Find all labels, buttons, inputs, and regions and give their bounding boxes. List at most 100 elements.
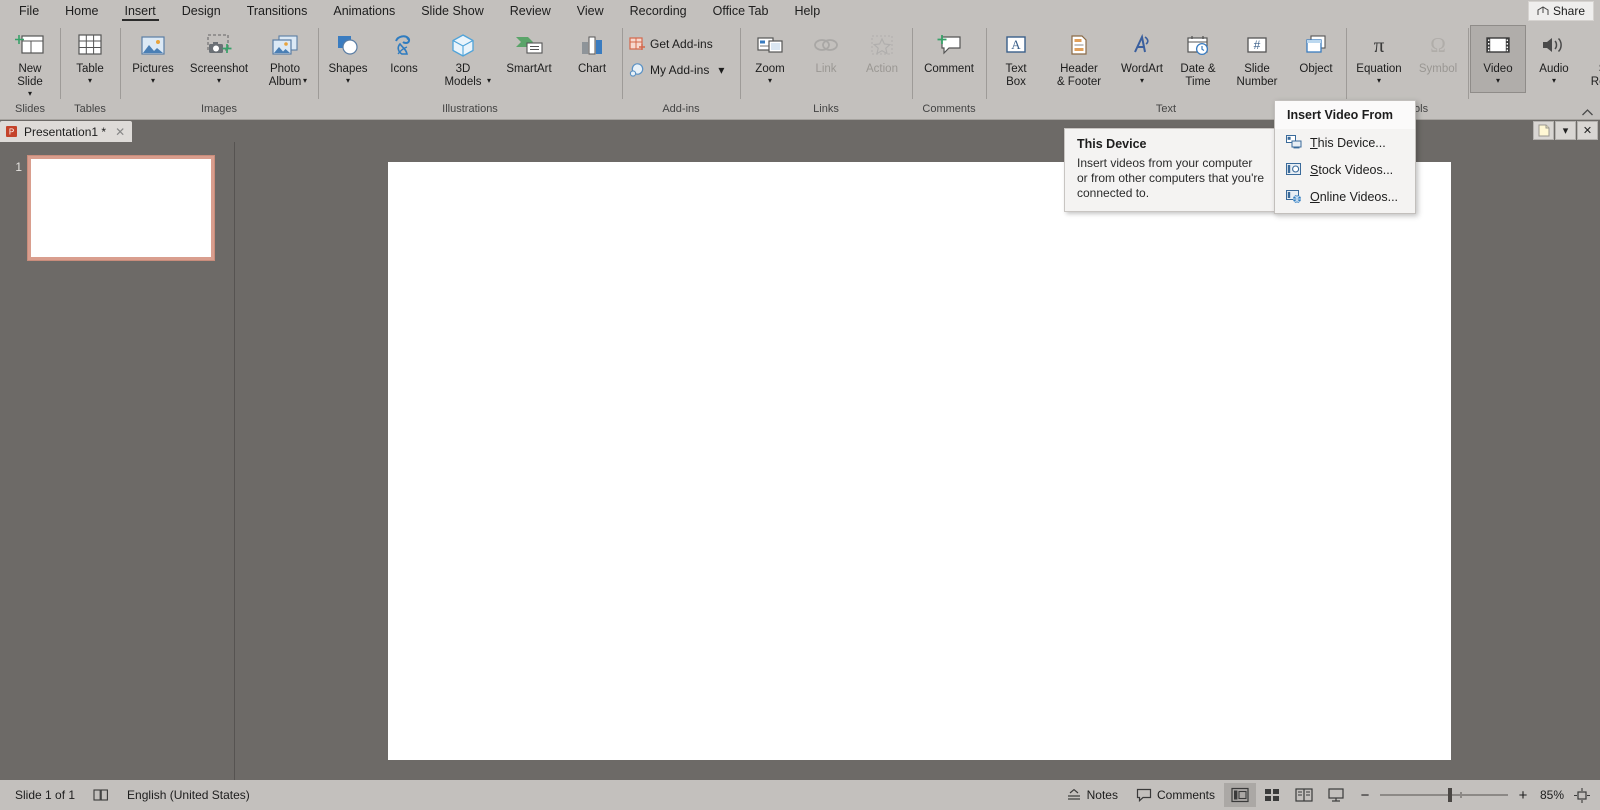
equation-button[interactable]: π Equation ▾	[1348, 25, 1410, 93]
slide-thumbnail-pane[interactable]: 1	[0, 142, 235, 780]
chevron-down-icon[interactable]: ▾	[487, 77, 491, 85]
new-document-button[interactable]	[1533, 121, 1554, 140]
chevron-down-icon[interactable]: ▾	[217, 77, 221, 85]
slide-show-button[interactable]	[1320, 783, 1352, 807]
tab-animations[interactable]: Animations	[320, 0, 408, 22]
slide-canvas-area[interactable]	[235, 142, 1600, 780]
header-footer-button[interactable]: Header & Footer	[1044, 25, 1114, 93]
tab-home[interactable]: Home	[52, 0, 111, 22]
chevron-down-icon[interactable]: ▾	[303, 77, 307, 85]
fit-to-window-button[interactable]	[1570, 783, 1594, 807]
slide-sorter-button[interactable]	[1256, 783, 1288, 807]
tab-recording[interactable]: Recording	[617, 0, 700, 22]
comment-button[interactable]: Comment	[914, 25, 984, 93]
ribbon-group-tables: Table ▾ Tables	[60, 22, 120, 119]
tab-file[interactable]: File	[6, 0, 52, 22]
this-device-video-icon	[1285, 134, 1302, 151]
comments-label: Comments	[1157, 788, 1215, 802]
photo-album-button[interactable]: Photo Album ▾	[254, 25, 316, 99]
collapse-ribbon-button[interactable]	[1581, 108, 1594, 117]
3d-models-button[interactable]: 3D Models ▾	[432, 25, 494, 99]
group-label-addins: Add-ins	[624, 102, 738, 119]
close-icon[interactable]: ✕	[115, 125, 125, 139]
chevron-down-icon[interactable]: ▾	[1552, 77, 1556, 85]
chevron-down-icon[interactable]: ▾	[151, 77, 155, 85]
slide-count[interactable]: Slide 1 of 1	[6, 783, 84, 807]
group-label-links: Links	[742, 102, 910, 119]
object-button[interactable]: Object	[1288, 25, 1344, 93]
tab-design[interactable]: Design	[169, 0, 234, 22]
equation-icon: π	[1365, 30, 1393, 62]
chevron-down-icon[interactable]: ▾	[346, 77, 350, 85]
language-status[interactable]: English (United States)	[118, 783, 259, 807]
zoom-slider-handle[interactable]	[1448, 788, 1452, 802]
zoom-slider[interactable]: − +	[1352, 787, 1536, 804]
action-button: Action	[854, 25, 910, 93]
normal-view-button[interactable]	[1224, 783, 1256, 807]
insert-video-menu-header: Insert Video From	[1275, 101, 1415, 129]
my-addins-label: My Add-ins	[650, 63, 709, 77]
reading-view-button[interactable]	[1288, 783, 1320, 807]
zoom-out-button[interactable]: −	[1358, 787, 1372, 804]
chevron-down-icon[interactable]: ▾	[1496, 77, 1500, 85]
tab-view[interactable]: View	[564, 0, 617, 22]
notes-icon	[1066, 788, 1082, 802]
icons-button[interactable]: Icons	[376, 25, 432, 93]
text-box-button[interactable]: A Text Box	[988, 25, 1044, 93]
chevron-down-icon[interactable]: ▾	[88, 77, 92, 85]
document-tab-dropdown-button[interactable]: ▾	[1555, 121, 1576, 140]
table-button[interactable]: Table ▾	[62, 25, 118, 93]
menu-item-online-videos[interactable]: Online Videos...	[1275, 183, 1415, 210]
tab-office-tab[interactable]: Office Tab	[700, 0, 782, 22]
tab-slide-show[interactable]: Slide Show	[408, 0, 497, 22]
screenshot-icon	[203, 30, 235, 62]
tab-transitions[interactable]: Transitions	[234, 0, 321, 22]
menu-item-stock-videos[interactable]: Stock Videos...	[1275, 156, 1415, 183]
my-addins-button[interactable]: My Add-ins ▾	[624, 57, 729, 83]
group-label-slides: Slides	[2, 102, 58, 119]
wordart-button[interactable]: WordArt ▾	[1114, 25, 1170, 93]
tooltip-body: Insert videos from your computer or from…	[1077, 156, 1265, 201]
pictures-button[interactable]: Pictures ▾	[122, 25, 184, 93]
zoom-in-button[interactable]: +	[1516, 787, 1530, 804]
zoom-slider-track[interactable]	[1380, 794, 1508, 796]
screenshot-button[interactable]: Screenshot ▾	[184, 25, 254, 93]
smartart-button[interactable]: SmartArt	[494, 25, 564, 93]
share-button[interactable]: Share	[1528, 1, 1594, 21]
audio-button[interactable]: Audio ▾	[1526, 25, 1582, 93]
menu-item-this-device[interactable]: This Device...	[1275, 129, 1415, 156]
svg-text:P: P	[9, 128, 14, 137]
notes-button[interactable]: Notes	[1057, 783, 1127, 807]
slide-thumbnail-1[interactable]	[28, 156, 214, 260]
slide-thumbnail-row[interactable]: 1	[0, 156, 234, 260]
chevron-down-icon[interactable]: ▾	[1377, 77, 1381, 85]
accessibility-checker-button[interactable]	[84, 783, 118, 807]
icons-icon	[389, 30, 419, 62]
chart-button[interactable]: Chart	[564, 25, 620, 93]
tab-insert[interactable]: Insert	[112, 0, 169, 22]
close-all-button[interactable]: ✕	[1577, 121, 1598, 140]
slide-number-button[interactable]: # Slide Number	[1226, 25, 1288, 93]
chevron-down-icon[interactable]: ▾	[768, 77, 772, 85]
tab-help[interactable]: Help	[781, 0, 833, 22]
shapes-button[interactable]: Shapes ▾	[320, 25, 376, 93]
screen-recording-button[interactable]: Screen Recording	[1582, 25, 1600, 93]
chevron-down-icon[interactable]: ▾	[1140, 77, 1144, 85]
reading-view-icon	[1295, 787, 1313, 803]
tab-review[interactable]: Review	[497, 0, 564, 22]
svg-text:A: A	[1011, 37, 1021, 52]
document-tab-presentation1[interactable]: P Presentation1 * ✕	[0, 121, 132, 142]
main-area: 1	[0, 142, 1600, 780]
zoom-level-value[interactable]: 85%	[1536, 788, 1570, 802]
get-addins-button[interactable]: Get Add-ins	[624, 31, 729, 57]
slide-canvas[interactable]	[388, 162, 1451, 760]
date-time-button[interactable]: Date & Time	[1170, 25, 1226, 93]
chevron-down-icon[interactable]: ▾	[718, 63, 724, 77]
comments-button[interactable]: Comments	[1127, 783, 1224, 807]
chevron-down-icon[interactable]: ▾	[28, 90, 32, 98]
header-footer-label: Header & Footer	[1057, 63, 1101, 89]
new-slide-button[interactable]: New Slide ▾	[2, 25, 58, 99]
zoom-insert-button[interactable]: Zoom ▾	[742, 25, 798, 93]
smartart-icon	[513, 30, 545, 62]
video-button[interactable]: Video ▾	[1470, 25, 1526, 93]
